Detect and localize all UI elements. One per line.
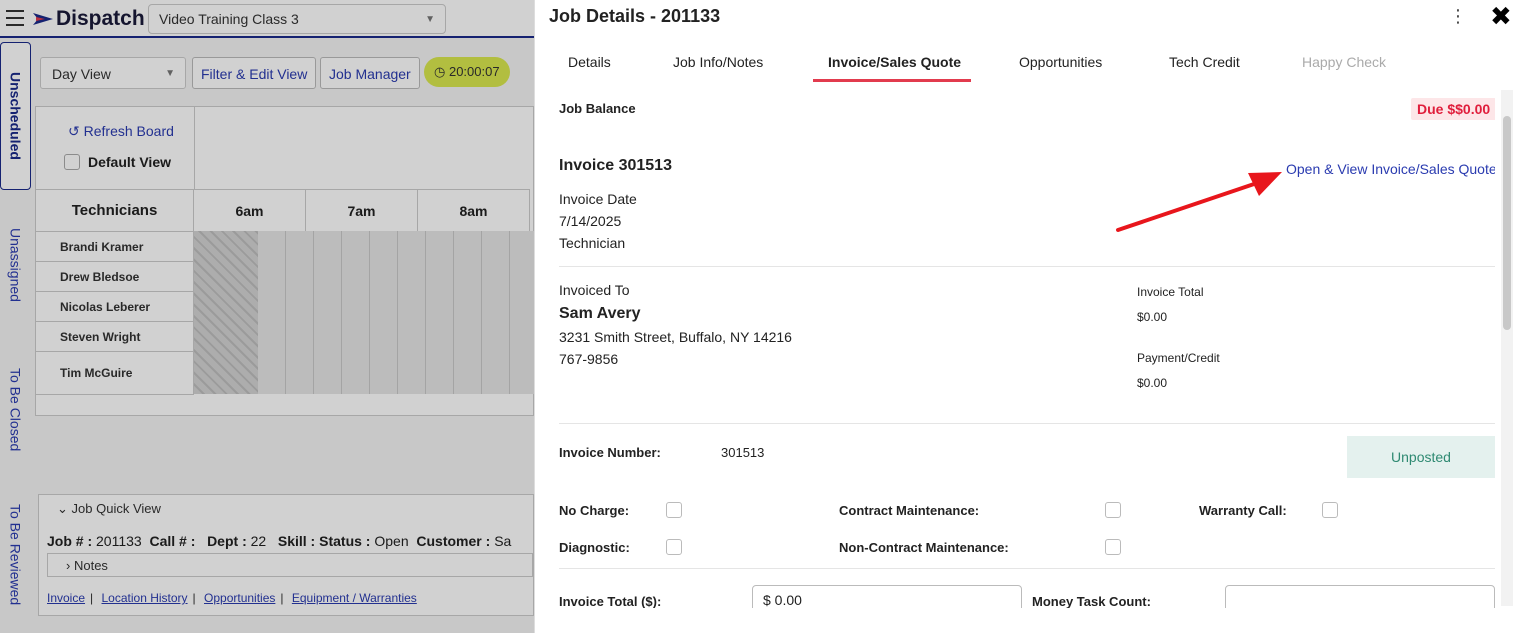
contract-maintenance-checkbox[interactable] bbox=[1105, 502, 1121, 518]
invoice-total-field-label: Invoice Total ($): bbox=[559, 594, 662, 608]
invoice-total-value: $0.00 bbox=[1137, 310, 1168, 324]
active-tab-indicator bbox=[813, 79, 971, 82]
invoice-date-label: Invoice Date bbox=[559, 191, 637, 207]
warranty-call-label: Warranty Call: bbox=[1199, 503, 1287, 518]
scrollbar-thumb[interactable] bbox=[1503, 116, 1511, 330]
modal-backdrop[interactable] bbox=[0, 0, 534, 633]
no-charge-label: No Charge: bbox=[559, 503, 630, 518]
modal-tabs: Details Job Info/Notes Invoice/Sales Quo… bbox=[535, 44, 1524, 82]
modal-scrollbar[interactable] bbox=[1501, 90, 1513, 606]
invoice-total-input[interactable]: $ 0.00 bbox=[752, 585, 1022, 608]
invoice-heading: Invoice 301513 bbox=[559, 157, 672, 174]
contract-maintenance-label: Contract Maintenance: bbox=[839, 503, 980, 518]
invoice-date-value: 7/14/2025 bbox=[559, 213, 622, 229]
open-view-invoice-link[interactable]: Open & View Invoice/Sales Quote bbox=[1286, 161, 1495, 177]
tab-invoice-sales-quote[interactable]: Invoice/Sales Quote bbox=[828, 54, 961, 70]
no-charge-checkbox[interactable] bbox=[666, 502, 682, 518]
tab-tech-credit[interactable]: Tech Credit bbox=[1169, 54, 1240, 70]
payment-credit-label: Payment/Credit bbox=[1137, 351, 1220, 365]
warranty-call-checkbox[interactable] bbox=[1322, 502, 1338, 518]
job-balance-label: Job Balance bbox=[559, 101, 636, 116]
divider bbox=[559, 423, 1495, 424]
invoice-number-value: 301513 bbox=[721, 445, 765, 460]
customer-phone: 767-9856 bbox=[559, 351, 619, 367]
tab-opportunities[interactable]: Opportunities bbox=[1019, 54, 1102, 70]
close-icon[interactable]: ✖ bbox=[1490, 3, 1512, 29]
modal-title: Job Details - 201133 bbox=[549, 6, 721, 26]
non-contract-maintenance-checkbox[interactable] bbox=[1105, 539, 1121, 555]
unposted-status[interactable]: Unposted bbox=[1347, 436, 1495, 478]
invoice-total-label: Invoice Total bbox=[1137, 285, 1204, 299]
customer-address: 3231 Smith Street, Buffalo, NY 14216 bbox=[559, 329, 792, 345]
diagnostic-checkbox[interactable] bbox=[666, 539, 682, 555]
invoiced-to-label: Invoiced To bbox=[559, 282, 630, 298]
tab-happy-check: Happy Check bbox=[1302, 54, 1387, 70]
diagnostic-label: Diagnostic: bbox=[559, 540, 630, 555]
technician-label: Technician bbox=[559, 235, 626, 251]
more-options-icon[interactable]: ⋮ bbox=[1449, 6, 1467, 27]
tab-job-info-notes[interactable]: Job Info/Notes bbox=[673, 54, 763, 70]
money-task-count-input[interactable] bbox=[1225, 585, 1495, 608]
invoice-number-label: Invoice Number: bbox=[559, 445, 661, 460]
money-task-count-label: Money Task Count: bbox=[1032, 594, 1151, 608]
payment-credit-value: $0.00 bbox=[1137, 376, 1168, 390]
annotation-arrow-icon bbox=[1116, 172, 1282, 232]
invoice-panel: Job Balance Due $$0.00 Invoice 301513 Op… bbox=[559, 90, 1495, 608]
job-details-modal: Job Details - 201133 ⋮ ✖ Details Job Inf… bbox=[534, 0, 1524, 633]
non-contract-maintenance-label: Non-Contract Maintenance: bbox=[839, 540, 1009, 555]
tab-details[interactable]: Details bbox=[568, 54, 611, 70]
customer-name: Sam Avery bbox=[559, 305, 641, 322]
due-badge: Due $$0.00 bbox=[1411, 98, 1495, 120]
divider bbox=[559, 266, 1495, 267]
divider bbox=[559, 568, 1495, 569]
